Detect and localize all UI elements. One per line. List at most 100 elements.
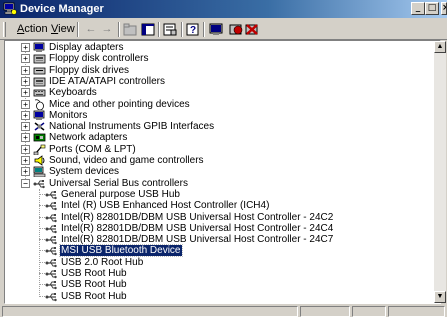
close-button[interactable]: × [441, 2, 447, 15]
tree-category-keyboards[interactable]: + Keyboards [5, 87, 435, 98]
usb-device-item[interactable]: Intel(R) 82801DB/DBM USB Universal Host … [5, 223, 435, 234]
device-label: MSI USB Bluetooth Device [59, 244, 183, 258]
usb-icon [45, 224, 57, 233]
expand-toggle[interactable]: + [21, 167, 30, 177]
scan-hardware-icon[interactable] [208, 22, 224, 37]
scroll-down-button[interactable]: ▼ [434, 291, 446, 303]
tree-category-ide-ata-atapi-controllers[interactable]: + IDE ATA/ATAPI controllers [5, 76, 435, 87]
toolbar-separator [158, 22, 160, 37]
device-label: Intel(R) 82801DB/DBM USB Universal Host … [61, 211, 334, 223]
usb-icon [45, 281, 57, 290]
tree-category-universal-serial-bus-controllers[interactable]: − Universal Serial Bus controllers [5, 178, 435, 189]
forward-button[interactable]: → [99, 22, 115, 37]
menu-action[interactable]: Action [17, 23, 48, 35]
tree-category-display-adapters[interactable]: + Display adapters [5, 42, 435, 53]
menu-toolbar: Action View ← → ? [0, 19, 447, 40]
expand-toggle[interactable]: + [21, 133, 30, 143]
device-label: National Instruments GPIB Interfaces [49, 121, 215, 133]
usb-device-item[interactable]: Intel (R) USB Enhanced Host Controller (… [5, 200, 435, 211]
mouse-icon [34, 98, 44, 110]
up-one-level-button[interactable] [122, 22, 138, 37]
tree-category-system-devices[interactable]: + System devices [5, 166, 435, 178]
usb-icon [45, 292, 57, 301]
device-label: USB Root Hub [61, 268, 127, 279]
keyboard-icon [33, 89, 46, 97]
device-label: Intel(R) 82801DB/DBM USB Universal Host … [61, 222, 334, 234]
usb-icon [45, 213, 57, 222]
usb-device-item[interactable]: MSI USB Bluetooth Device [5, 244, 435, 258]
toolbar-grip[interactable] [3, 22, 6, 37]
collapse-toggle[interactable]: − [21, 178, 30, 188]
usb-icon [45, 270, 57, 279]
expand-toggle[interactable]: + [21, 144, 30, 154]
gpib-icon [34, 122, 45, 131]
usb-device-item[interactable]: Intel(R) 82801DB/DBM USB Universal Host … [5, 212, 435, 223]
device-label: Floppy disk drives [49, 64, 130, 76]
tree-category-floppy-disk-controllers[interactable]: + Floppy disk controllers [5, 53, 435, 64]
device-label: USB 2.0 Root Hub [61, 256, 144, 268]
tree-category-mice-and-other-pointing-devices[interactable]: + Mice and other pointing devices [5, 99, 435, 110]
maximize-button[interactable]: □ [425, 2, 439, 15]
scroll-up-button[interactable]: ▲ [434, 41, 446, 53]
tree-category-sound-video-and-game-controllers[interactable]: + Sound, video and game controllers [5, 155, 435, 166]
computer-icon [33, 166, 46, 178]
minimize-button[interactable]: _ [411, 2, 425, 15]
uninstall-icon[interactable] [244, 22, 260, 37]
usb-icon [45, 236, 57, 245]
show-hide-console-tree-icon[interactable] [140, 22, 156, 37]
expand-toggle[interactable]: + [21, 76, 30, 86]
usb-device-item[interactable]: USB Root Hub [5, 291, 435, 302]
tree-category-monitors[interactable]: + Monitors [5, 110, 435, 121]
expand-toggle[interactable]: + [21, 99, 30, 109]
network-icon [33, 133, 46, 142]
help-icon[interactable]: ? [185, 22, 201, 37]
status-pane-3 [352, 306, 386, 317]
tree-category-network-adapters[interactable]: + Network adapters [5, 132, 435, 143]
expand-toggle[interactable]: + [21, 88, 30, 98]
controller-icon [33, 54, 46, 64]
usb-icon [45, 258, 57, 267]
menu-view[interactable]: View [51, 23, 75, 35]
usb-icon [45, 247, 57, 256]
toolbar-separator [118, 22, 120, 37]
expand-toggle[interactable]: + [21, 110, 30, 120]
tree-category-floppy-disk-drives[interactable]: + Floppy disk drives [5, 65, 435, 76]
device-label: System devices [49, 166, 120, 178]
expand-toggle[interactable]: + [21, 54, 30, 64]
monitor-icon [33, 110, 45, 120]
floppy-drive-icon [33, 67, 46, 74]
expand-toggle[interactable]: + [21, 43, 30, 52]
toolbar-separator [77, 22, 79, 37]
title-bar[interactable]: Device Manager _ □ × [0, 0, 447, 18]
port-icon [33, 144, 46, 155]
usb-device-item[interactable]: General purpose USB Hub [5, 189, 435, 200]
svg-text:?: ? [190, 25, 196, 36]
device-label: IDE ATA/ATAPI controllers [49, 75, 165, 87]
update-driver-icon[interactable] [228, 22, 244, 37]
device-label: Keyboards [49, 87, 97, 99]
monitor-icon [33, 42, 45, 52]
expand-toggle[interactable]: + [21, 156, 30, 165]
device-label: Mice and other pointing devices [49, 98, 190, 110]
usb-device-item[interactable]: Intel(R) 82801DB/DBM USB Universal Host … [5, 234, 435, 245]
controller-icon [33, 77, 46, 87]
status-bar [0, 305, 447, 317]
device-label: Display adapters [49, 42, 124, 53]
usb-device-item[interactable]: USB Root Hub [5, 279, 435, 290]
device-manager-window: Device Manager _ □ × Action View ← → ? [0, 0, 447, 317]
device-tree[interactable]: + Display adapters + Floppy disk controller… [4, 40, 441, 304]
device-label: Monitors [49, 109, 88, 121]
tree-category-ports-com-lpt[interactable]: + Ports (COM & LPT) [5, 144, 435, 155]
status-pane-4 [388, 306, 445, 317]
properties-icon[interactable] [162, 22, 178, 37]
usb-device-item[interactable]: USB 2.0 Root Hub [5, 257, 435, 268]
usb-device-item[interactable]: USB Root Hub [5, 268, 435, 279]
vertical-scrollbar[interactable]: ▲ ▼ [434, 41, 446, 303]
expand-toggle[interactable]: + [21, 65, 30, 75]
back-button[interactable]: ← [83, 22, 99, 37]
tree-category-national-instruments-gpib-interfaces[interactable]: + National Instruments GPIB Interfaces [5, 121, 435, 132]
device-label: Ports (COM & LPT) [49, 143, 136, 155]
window-title: Device Manager [20, 3, 104, 15]
status-pane-main [2, 306, 298, 317]
expand-toggle[interactable]: + [21, 122, 30, 132]
